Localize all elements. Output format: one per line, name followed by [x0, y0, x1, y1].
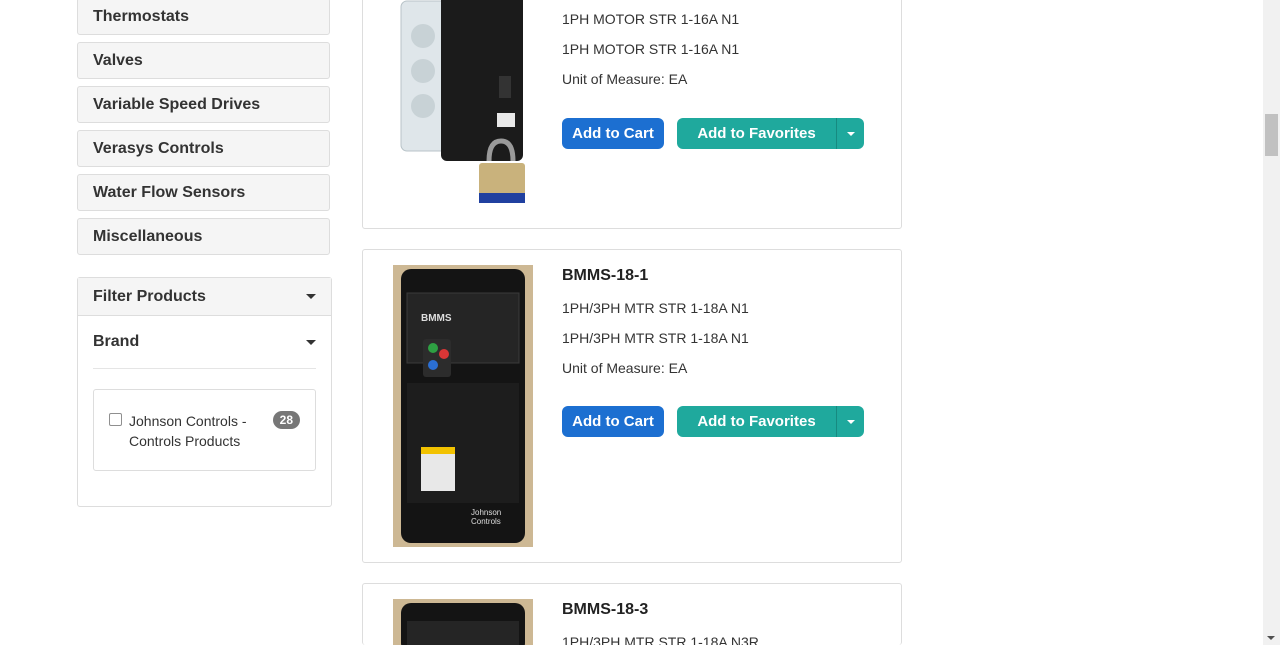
- category-water-flow-sensors[interactable]: Water Flow Sensors: [77, 174, 330, 211]
- scroll-down-arrow-icon[interactable]: [1267, 636, 1275, 640]
- product-card: 1PH MOTOR STR 1-16A N1 1PH MOTOR STR 1-1…: [362, 0, 902, 229]
- category-variable-speed-drives[interactable]: Variable Speed Drives: [77, 86, 330, 123]
- category-label: Variable Speed Drives: [93, 95, 261, 113]
- filter-products-title: Filter Products: [93, 287, 206, 305]
- product-description: 1PH MOTOR STR 1-16A N1: [562, 11, 740, 27]
- brand-title: Brand: [93, 333, 140, 350]
- brand-option-label[interactable]: Johnson Controls - Controls Products: [129, 411, 259, 451]
- panel-logo-text: BMMS: [421, 313, 452, 324]
- caret-down-icon: [306, 294, 316, 299]
- product-card: BMMS Johnson Controls BMMS-18-1 1PH/3PH …: [362, 249, 902, 563]
- product-card: BMMS-18-3 1PH/3PH MTR STR 1-18A N3R: [362, 583, 902, 645]
- brand-checkbox[interactable]: [109, 413, 122, 426]
- add-to-cart-button[interactable]: Add to Cart: [562, 406, 664, 437]
- category-thermostats[interactable]: Thermostats: [77, 0, 330, 35]
- category-label: Water Flow Sensors: [93, 183, 246, 201]
- category-miscellaneous[interactable]: Miscellaneous: [77, 218, 330, 255]
- product-name[interactable]: BMMS-18-1: [562, 267, 648, 285]
- product-name[interactable]: BMMS-18-3: [562, 601, 648, 619]
- product-image[interactable]: BMMS Johnson Controls: [393, 265, 533, 547]
- brand-logo-text: Johnson: [471, 508, 501, 517]
- category-label: Valves: [93, 51, 143, 69]
- brand-filter-header[interactable]: Brand: [93, 316, 316, 369]
- caret-down-icon: [846, 419, 855, 424]
- unit-of-measure: Unit of Measure: EA: [562, 360, 688, 376]
- add-to-favorites-button[interactable]: Add to Favorites: [677, 406, 836, 437]
- brand-logo-text: Controls: [471, 517, 501, 526]
- unit-of-measure: Unit of Measure: EA: [562, 71, 688, 87]
- category-label: Verasys Controls: [93, 139, 224, 157]
- brand-options: Johnson Controls - Controls Products 28: [93, 389, 316, 471]
- filter-panel: Filter Products Brand Johnson Controls -…: [77, 277, 332, 507]
- brand-count-badge: 28: [272, 411, 300, 429]
- caret-down-icon: [846, 131, 855, 136]
- product-image[interactable]: [393, 0, 533, 213]
- category-verasys-controls[interactable]: Verasys Controls: [77, 130, 330, 167]
- add-to-cart-button[interactable]: Add to Cart: [562, 118, 664, 149]
- product-description-secondary: 1PH MOTOR STR 1-16A N1: [562, 41, 740, 57]
- category-valves[interactable]: Valves: [77, 42, 330, 79]
- product-description: 1PH/3PH MTR STR 1-18A N3R: [562, 634, 759, 645]
- favorites-dropdown-button[interactable]: [836, 118, 864, 149]
- product-description-secondary: 1PH/3PH MTR STR 1-18A N1: [562, 330, 749, 346]
- scrollbar-thumb[interactable]: [1265, 114, 1278, 156]
- add-to-favorites-button[interactable]: Add to Favorites: [677, 118, 836, 149]
- category-label: Thermostats: [93, 7, 190, 25]
- product-image[interactable]: [393, 599, 533, 645]
- caret-down-icon: [306, 339, 316, 345]
- category-label: Miscellaneous: [93, 227, 203, 245]
- product-description: 1PH/3PH MTR STR 1-18A N1: [562, 300, 749, 316]
- filter-products-header[interactable]: Filter Products: [78, 278, 331, 316]
- favorites-dropdown-button[interactable]: [836, 406, 864, 437]
- page-scrollbar[interactable]: [1263, 0, 1280, 645]
